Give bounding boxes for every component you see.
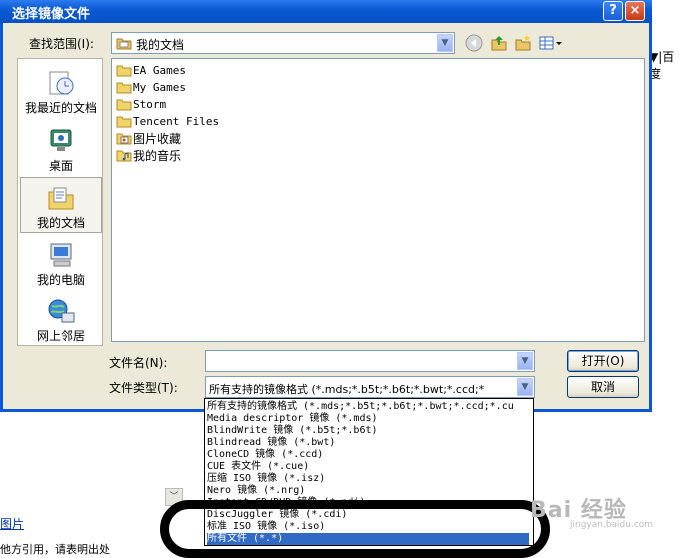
cancel-button[interactable]: 取消 [567,376,639,398]
annotation-ellipse [160,500,550,558]
dropdown-option[interactable]: Nero 镜像 (*.nrg) [207,485,533,497]
dropdown-option[interactable]: CloneCD 镜像 (*.ccd) [207,449,533,461]
list-item[interactable]: Tencent Files [116,114,219,130]
back-icon[interactable] [465,34,483,52]
filetype-combobox[interactable]: 所有支持的镜像格式 (*.mds;*.b5t;*.b6t;*.bwt;*.ccd… [205,376,535,398]
place-label-my-computer: 我的电脑 [36,273,85,287]
dropdown-option[interactable]: BlindWrite 镜像 (*.b5t;*.b6t) [207,425,533,437]
file-name: 图片收藏 [133,132,182,146]
place-label-recent: 我最近的文档 [24,101,97,115]
new-folder-icon[interactable] [514,34,532,52]
place-my-documents[interactable]: 我的文档 [20,177,102,233]
background-pictures-link[interactable]: 图片 [0,515,24,532]
lookin-combobox[interactable]: 我的文档 ▼ [111,32,455,54]
title-bar[interactable]: 选择镜像文件 ? × [0,0,652,23]
file-name: EA Games [133,64,186,77]
chevron-down-icon[interactable]: ▼ [517,352,533,370]
folder-icon [116,82,132,94]
lookin-folder-icon [116,36,132,53]
file-name: Tencent Files [133,115,220,128]
dropdown-option[interactable]: 压缩 ISO 镜像 (*.isz) [207,473,533,485]
folder-icon [116,99,132,111]
place-label-network: 网上邻居 [36,329,85,343]
place-label-desktop: 桌面 [48,159,73,173]
place-recent-documents[interactable]: 我最近的文档 [20,63,102,119]
open-button[interactable]: 打开(O) [567,350,639,372]
background-baidu-text: ▼|百度 [649,50,675,81]
watermark-url: jingyan.baidu.com [570,520,654,530]
view-menu-icon[interactable] [538,34,564,52]
list-item[interactable]: 图片收藏 [116,130,181,146]
close-button[interactable]: × [625,1,645,21]
open-image-dialog: 选择镜像文件 ? × 查找范围(I): 我的文档 ▼ 我最近的文档 桌面 我的文… [0,0,652,412]
up-folder-icon[interactable] [490,34,508,52]
places-bar: 我最近的文档 桌面 我的文档 我的电脑 网上邻居 [17,58,103,346]
my-computer-icon [46,241,76,269]
place-label-my-documents: 我的文档 [36,216,85,230]
dropdown-option[interactable]: Blindread 镜像 (*.bwt) [207,437,533,449]
file-name: My Games [133,81,186,94]
my-documents-icon [46,184,76,212]
folder-icon [116,116,132,128]
background-search-dropdown[interactable]: ▼|百度 [648,48,684,81]
list-item[interactable]: 我的音乐 [116,147,181,163]
desktop-icon [46,127,76,155]
place-desktop[interactable]: 桌面 [20,121,102,177]
dropdown-option[interactable]: CUE 表文件 (*.cue) [207,461,533,473]
pictures-folder-icon [116,133,132,145]
dialog-title: 选择镜像文件 [12,7,91,22]
place-network-places[interactable]: 网上邻居 [20,291,102,347]
file-name: 我的音乐 [133,149,182,163]
file-list[interactable]: EA Games My Games Storm Tencent Files 图片… [111,58,645,342]
list-item[interactable]: My Games [116,80,186,96]
place-my-computer[interactable]: 我的电脑 [20,235,102,291]
file-name: Storm [133,98,167,111]
network-places-icon [46,297,76,325]
filename-label: 文件名(N): [109,356,168,370]
lookin-value: 我的文档 [136,38,185,52]
list-item[interactable]: EA Games [116,63,186,79]
filetype-label: 文件类型(T): [109,381,178,395]
dropdown-option[interactable]: 所有支持的镜像格式 (*.mds;*.b5t;*.b6t;*.bwt;*.ccd… [207,401,533,413]
chevron-down-icon[interactable]: ▼ [437,34,453,52]
filetype-value: 所有支持的镜像格式 (*.mds;*.b5t;*.b6t;*.bwt;*.ccd… [209,383,485,396]
folder-icon [116,65,132,77]
music-folder-icon [116,150,132,162]
lookin-label: 查找范围(I): [29,37,94,51]
dropdown-option[interactable]: Media descriptor 镜像 (*.mds) [207,413,533,425]
filename-input[interactable]: ▼ [205,350,535,372]
help-button[interactable]: ? [603,1,623,21]
chevron-down-icon[interactable]: ▼ [517,378,533,396]
list-item[interactable]: Storm [116,97,166,113]
recent-docs-icon [46,69,76,97]
